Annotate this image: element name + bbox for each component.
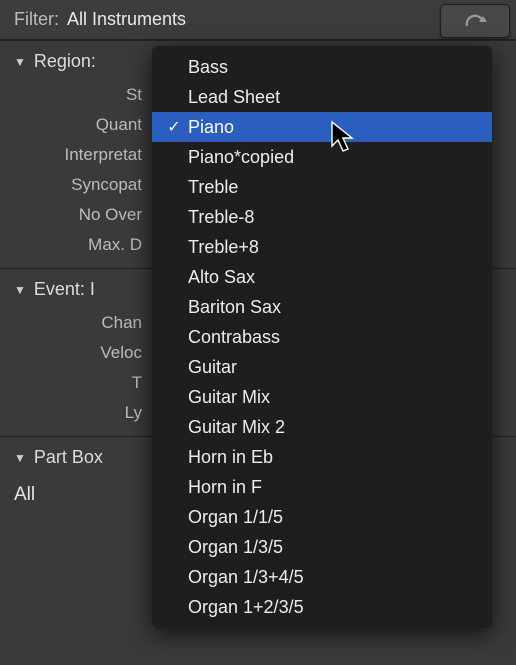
menu-item[interactable]: Organ 1/3/5 <box>152 532 492 562</box>
menu-item[interactable]: Contrabass <box>152 322 492 352</box>
menu-item[interactable]: Organ 1/1/5 <box>152 502 492 532</box>
param-label: Veloc <box>14 343 142 363</box>
menu-item-label: Alto Sax <box>188 267 476 288</box>
disclosure-triangle-icon: ▼ <box>14 55 26 69</box>
region-title: Region: <box>34 51 96 72</box>
menu-item-label: Treble+8 <box>188 237 476 258</box>
menu-item-label: Piano <box>188 117 476 138</box>
checkmark-icon: ✓ <box>160 117 188 137</box>
param-label: T <box>14 373 142 393</box>
menu-item[interactable]: Treble <box>152 172 492 202</box>
menu-item[interactable]: Bass <box>152 52 492 82</box>
menu-item-label: Piano*copied <box>188 147 476 168</box>
menu-item[interactable]: Alto Sax <box>152 262 492 292</box>
menu-item-label: Bass <box>188 57 476 78</box>
sync-icon <box>463 12 487 30</box>
menu-item-label: Treble <box>188 177 476 198</box>
menu-item-label: Horn in Eb <box>188 447 476 468</box>
menu-item[interactable]: Guitar <box>152 352 492 382</box>
menu-item[interactable]: Bariton Sax <box>152 292 492 322</box>
filter-bar: Filter: All Instruments <box>0 0 516 40</box>
disclosure-triangle-icon: ▼ <box>14 283 26 297</box>
partbox-all-label: All <box>14 484 35 505</box>
param-label: No Over <box>14 205 142 225</box>
menu-item-label: Horn in F <box>188 477 476 498</box>
menu-item-label: Organ 1/3+4/5 <box>188 567 476 588</box>
param-label: Ly <box>14 403 142 423</box>
menu-item[interactable]: Treble-8 <box>152 202 492 232</box>
menu-item[interactable]: Lead Sheet <box>152 82 492 112</box>
menu-item-label: Organ 1/3/5 <box>188 537 476 558</box>
menu-item-label: Contrabass <box>188 327 476 348</box>
menu-item[interactable]: Piano*copied <box>152 142 492 172</box>
menu-item[interactable]: ✓Piano <box>152 112 492 142</box>
menu-item[interactable]: Guitar Mix 2 <box>152 412 492 442</box>
param-label: Chan <box>14 313 142 333</box>
menu-item-label: Lead Sheet <box>188 87 476 108</box>
menu-item[interactable]: Treble+8 <box>152 232 492 262</box>
param-label: Interpretat <box>14 145 142 165</box>
menu-item[interactable]: Horn in F <box>152 472 492 502</box>
filter-label: Filter: <box>14 9 59 30</box>
menu-item[interactable]: Guitar Mix <box>152 382 492 412</box>
menu-item-label: Treble-8 <box>188 207 476 228</box>
filter-value[interactable]: All Instruments <box>67 9 186 30</box>
disclosure-triangle-icon: ▼ <box>14 451 26 465</box>
param-label: St <box>14 85 142 105</box>
menu-item-label: Bariton Sax <box>188 297 476 318</box>
event-title: Event: I <box>34 279 95 300</box>
menu-item-label: Guitar Mix 2 <box>188 417 476 438</box>
menu-item-label: Organ 1/1/5 <box>188 507 476 528</box>
partbox-title: Part Box <box>34 447 103 468</box>
menu-item[interactable]: Horn in Eb <box>152 442 492 472</box>
param-label: Quant <box>14 115 142 135</box>
menu-item[interactable]: Organ 1/3+4/5 <box>152 562 492 592</box>
menu-item-label: Organ 1+2/3/5 <box>188 597 476 618</box>
param-label: Syncopat <box>14 175 142 195</box>
menu-item-label: Guitar Mix <box>188 387 476 408</box>
menu-item-label: Guitar <box>188 357 476 378</box>
param-label: Max. D <box>14 235 142 255</box>
staff-style-menu[interactable]: BassLead Sheet✓PianoPiano*copiedTrebleTr… <box>152 46 492 628</box>
sync-button[interactable] <box>440 4 510 38</box>
menu-item[interactable]: Organ 1+2/3/5 <box>152 592 492 622</box>
